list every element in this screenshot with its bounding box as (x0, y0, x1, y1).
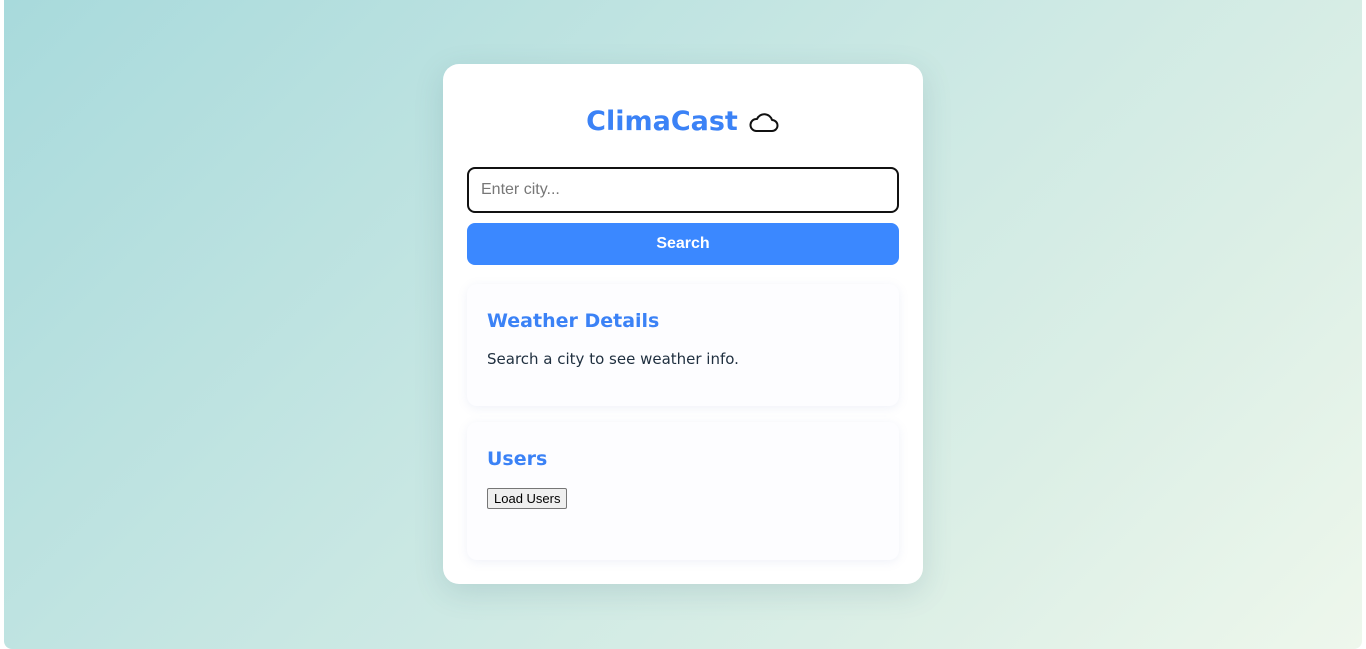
main-card: ClimaCast Search Weather Details Search … (443, 64, 923, 584)
weather-info-message: Search a city to see weather info. (487, 350, 739, 368)
search-button[interactable]: Search (467, 223, 899, 265)
users-panel: Users Load Users (467, 422, 899, 560)
cloud-icon (748, 112, 780, 134)
title-row: ClimaCast (443, 102, 923, 142)
users-heading: Users (487, 448, 548, 470)
weather-details-panel: Weather Details Search a city to see wea… (467, 284, 899, 406)
load-users-button[interactable]: Load Users (487, 488, 568, 509)
app-title: ClimaCast (586, 106, 738, 137)
city-search-input[interactable] (467, 167, 899, 213)
weather-details-heading: Weather Details (487, 310, 660, 332)
page-background: ClimaCast Search Weather Details Search … (4, 0, 1362, 649)
